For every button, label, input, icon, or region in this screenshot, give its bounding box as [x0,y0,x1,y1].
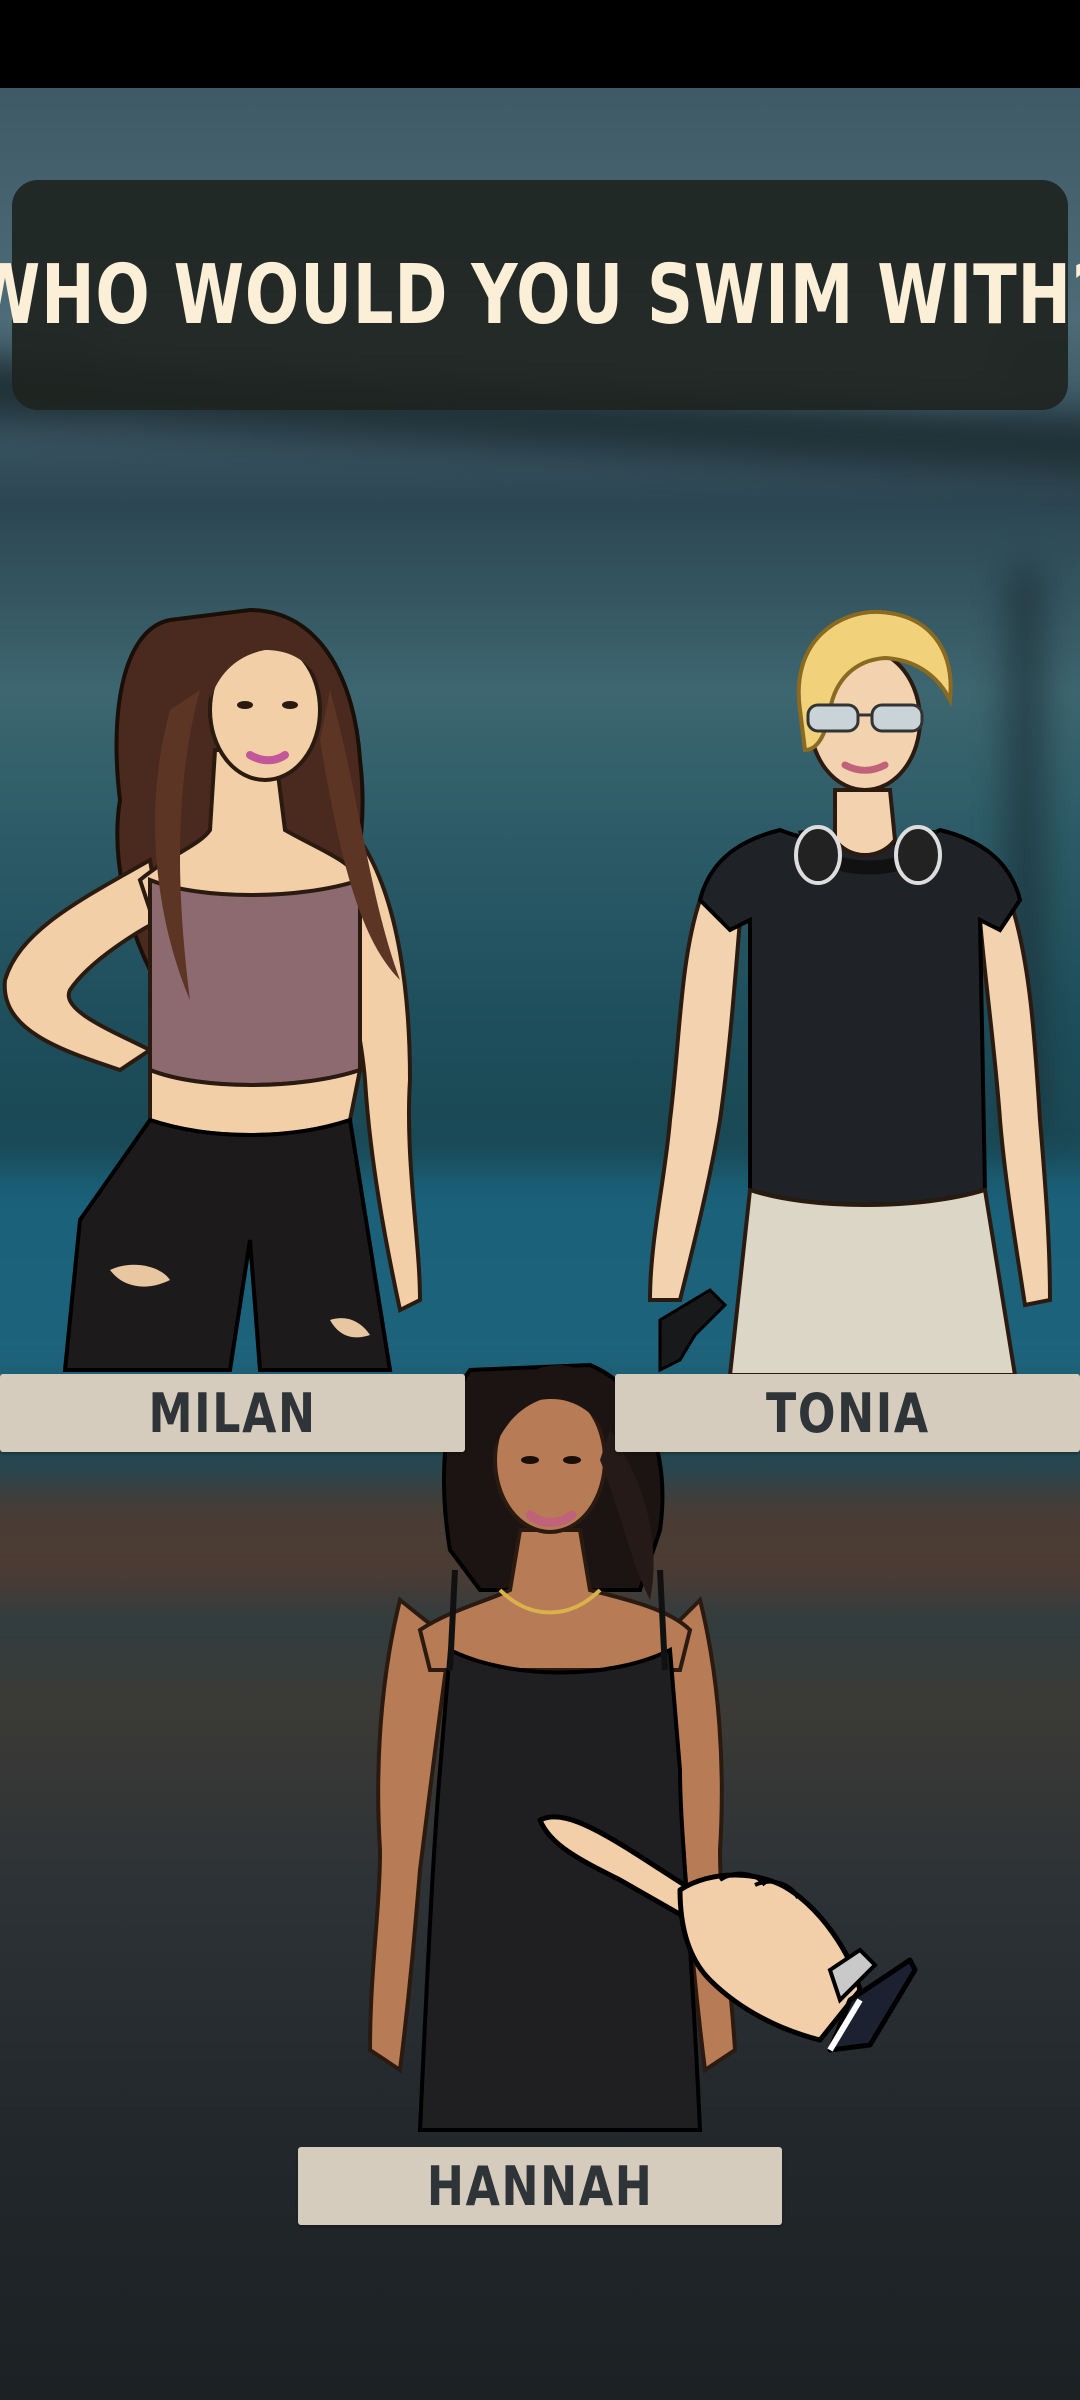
name-plate-hannah[interactable]: HANNAH [298,2147,782,2225]
name-label-milan: MILAN [148,1381,317,1445]
tonia-portrait [647,609,1053,1377]
name-plate-tonia[interactable]: TONIA [615,1374,1080,1452]
character-tonia[interactable] [640,600,1080,1380]
name-label-tonia: TONIA [765,1381,930,1445]
status-bar [0,0,1080,88]
question-title: WHO WOULD YOU SWIM WITH? [0,247,1080,343]
character-milan[interactable] [0,600,440,1380]
milan-portrait [2,607,423,1372]
pointing-hand-icon [530,1800,920,2080]
name-label-hannah: HANNAH [426,2154,654,2218]
game-screen: WHO WOULD YOU SWIM WITH? MILAN TONIA HAN… [0,0,1080,2400]
name-plate-milan[interactable]: MILAN [0,1374,465,1452]
question-panel: WHO WOULD YOU SWIM WITH? [0,180,1080,410]
